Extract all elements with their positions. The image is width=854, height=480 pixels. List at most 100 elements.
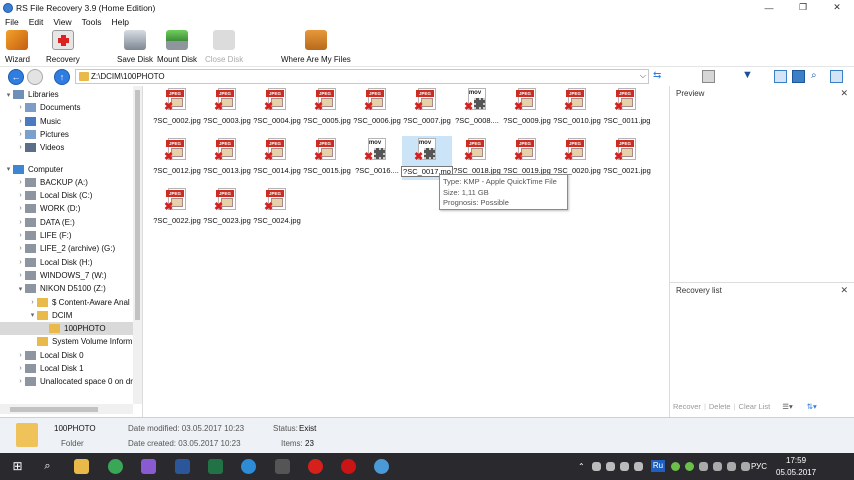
language-indicator[interactable]: РУС: [751, 462, 767, 471]
scroll-thumb[interactable]: [135, 90, 140, 320]
media-icon[interactable]: [275, 459, 290, 474]
tree-item[interactable]: › Music: [0, 115, 133, 128]
tree-item[interactable]: › Local Disk (H:): [0, 256, 133, 269]
tray-icon[interactable]: [685, 462, 694, 471]
file-item[interactable]: JPEG ✖ ?SC_0006.jpg: [352, 86, 402, 130]
tree-item[interactable]: › Local Disk 0: [0, 349, 133, 362]
file-item[interactable]: JPEG ✖ ?SC_0012.jpg: [152, 136, 202, 180]
close-icon[interactable]: ✕: [840, 285, 848, 296]
tree-item[interactable]: ▾ DCIM: [0, 309, 133, 322]
menu-edit[interactable]: Edit: [24, 17, 49, 27]
delete-button[interactable]: Delete: [709, 402, 731, 411]
tree-vertical-scrollbar[interactable]: [133, 86, 142, 404]
chevron-right-icon[interactable]: ›: [16, 232, 25, 239]
chevron-down-icon[interactable]: ▾: [4, 165, 13, 173]
tree-item[interactable]: › $ Content-Aware Anal: [0, 296, 133, 309]
chevron-down-icon[interactable]: ▾: [28, 311, 37, 319]
where-are-my-files-button[interactable]: Where Are My Files: [281, 30, 351, 64]
tree-item[interactable]: › Pictures: [0, 128, 133, 141]
tree-item[interactable]: › Local Disk (C:): [0, 189, 133, 202]
tray-icon[interactable]: [671, 462, 680, 471]
tree-item[interactable]: ▾ Computer: [0, 163, 133, 176]
chevron-down-icon[interactable]: ▾: [16, 285, 25, 293]
chevron-right-icon[interactable]: ›: [16, 118, 25, 125]
chevron-right-icon[interactable]: ›: [16, 192, 25, 199]
windows-start-icon[interactable]: ⊞: [10, 459, 25, 474]
yandex-icon[interactable]: [308, 459, 323, 474]
close-icon[interactable]: ✕: [820, 0, 854, 15]
tree-item[interactable]: › Videos: [0, 141, 133, 154]
menu-tools[interactable]: Tools: [77, 17, 107, 27]
file-item[interactable]: JPEG ✖ ?SC_0004.jpg: [252, 86, 302, 130]
tray-icon[interactable]: [699, 462, 708, 471]
clock-time[interactable]: 17:59: [786, 456, 806, 465]
menu-view[interactable]: View: [48, 17, 76, 27]
tree-item[interactable]: › Documents: [0, 101, 133, 114]
tree-item[interactable]: › LIFE_2 (archive) (G:): [0, 242, 133, 255]
back-icon[interactable]: ←: [8, 69, 24, 85]
tree-item[interactable]: › WORK (D:): [0, 202, 133, 215]
mount-disk-button[interactable]: Mount Disk: [157, 30, 197, 64]
chevron-right-icon[interactable]: ›: [16, 205, 25, 212]
chrome-icon[interactable]: [108, 459, 123, 474]
network-icon[interactable]: [727, 462, 736, 471]
clear-list-button[interactable]: Clear List: [739, 402, 771, 411]
address-input[interactable]: Z:\DCIM\100PHOTO ⌵: [75, 69, 649, 84]
file-item[interactable]: JPEG ✖ ?SC_0005.jpg: [302, 86, 352, 130]
search-icon[interactable]: ⌕: [40, 459, 55, 474]
chevron-right-icon[interactable]: ›: [16, 245, 25, 252]
file-item[interactable]: JPEG ✖ ?SC_0007.jpg: [402, 86, 452, 130]
tree-item[interactable]: › LIFE (F:): [0, 229, 133, 242]
chevron-right-icon[interactable]: ›: [16, 365, 25, 372]
minimize-icon[interactable]: —: [752, 0, 786, 15]
chevron-right-icon[interactable]: ›: [16, 104, 25, 111]
file-item[interactable]: JPEG ✖ ?SC_0010.jpg: [552, 86, 602, 130]
recovery-app-icon[interactable]: [374, 459, 389, 474]
chevron-right-icon[interactable]: ›: [16, 352, 25, 359]
filter-icon[interactable]: ▼: [742, 70, 755, 83]
file-item[interactable]: JPEG ✖ ?SC_0024.jpg: [252, 186, 302, 230]
tree-item[interactable]: › WINDOWS_7 (W:): [0, 269, 133, 282]
tree-item[interactable]: › Local Disk 1: [0, 362, 133, 375]
file-explorer-icon[interactable]: [74, 459, 89, 474]
up-icon[interactable]: ↑: [54, 69, 70, 85]
chevron-right-icon[interactable]: ›: [16, 131, 25, 138]
menu-help[interactable]: Help: [106, 17, 133, 27]
word-icon[interactable]: [175, 459, 190, 474]
wizard-button[interactable]: Wizard: [5, 30, 30, 64]
tray-icon[interactable]: [620, 462, 629, 471]
tray-icon[interactable]: [606, 462, 615, 471]
tray-icon[interactable]: [713, 462, 722, 471]
tray-icon[interactable]: [634, 462, 643, 471]
file-item[interactable]: JPEG ✖ ?SC_0021.jpg: [602, 136, 652, 180]
tree-horizontal-scrollbar[interactable]: [0, 404, 133, 414]
file-item[interactable]: JPEG ✖ ?SC_0002.jpg: [152, 86, 202, 130]
panel-toggle-icon[interactable]: [774, 70, 787, 83]
chevron-down-icon[interactable]: ⌵: [640, 71, 646, 81]
layout-icon[interactable]: [830, 70, 843, 83]
tree-item[interactable]: ▾ Libraries: [0, 88, 133, 101]
tray-icon[interactable]: [592, 462, 601, 471]
tray-arrow-icon[interactable]: ⌃: [578, 462, 585, 471]
app-icon[interactable]: [141, 459, 156, 474]
volume-icon[interactable]: [741, 462, 750, 471]
scroll-thumb[interactable]: [10, 407, 98, 412]
refresh-icon[interactable]: ⇆: [653, 70, 666, 83]
save-icon[interactable]: [792, 70, 805, 83]
menu-file[interactable]: File: [0, 17, 24, 27]
file-item[interactable]: JPEG ✖ ?SC_0014.jpg: [252, 136, 302, 180]
tree-item[interactable]: System Volume Inform: [0, 335, 133, 348]
file-item[interactable]: mov ✖ ?SC_0016....: [352, 136, 402, 180]
file-item[interactable]: JPEG ✖ ?SC_0022.jpg: [152, 186, 202, 230]
tree-item[interactable]: › DATA (E:): [0, 216, 133, 229]
tree-item[interactable]: › Unallocated space 0 on dr: [0, 375, 133, 388]
view-mode-icon[interactable]: [702, 70, 715, 83]
clock-date[interactable]: 05.05.2017: [776, 468, 816, 477]
file-item[interactable]: JPEG ✖ ?SC_0009.jpg: [502, 86, 552, 130]
chevron-down-icon[interactable]: ▾: [4, 91, 13, 99]
chevron-right-icon[interactable]: ›: [28, 299, 37, 306]
excel-icon[interactable]: [208, 459, 223, 474]
file-item[interactable]: JPEG ✖ ?SC_0015.jpg: [302, 136, 352, 180]
forward-icon[interactable]: [27, 69, 43, 85]
tree-item[interactable]: 100PHOTO: [0, 322, 133, 336]
